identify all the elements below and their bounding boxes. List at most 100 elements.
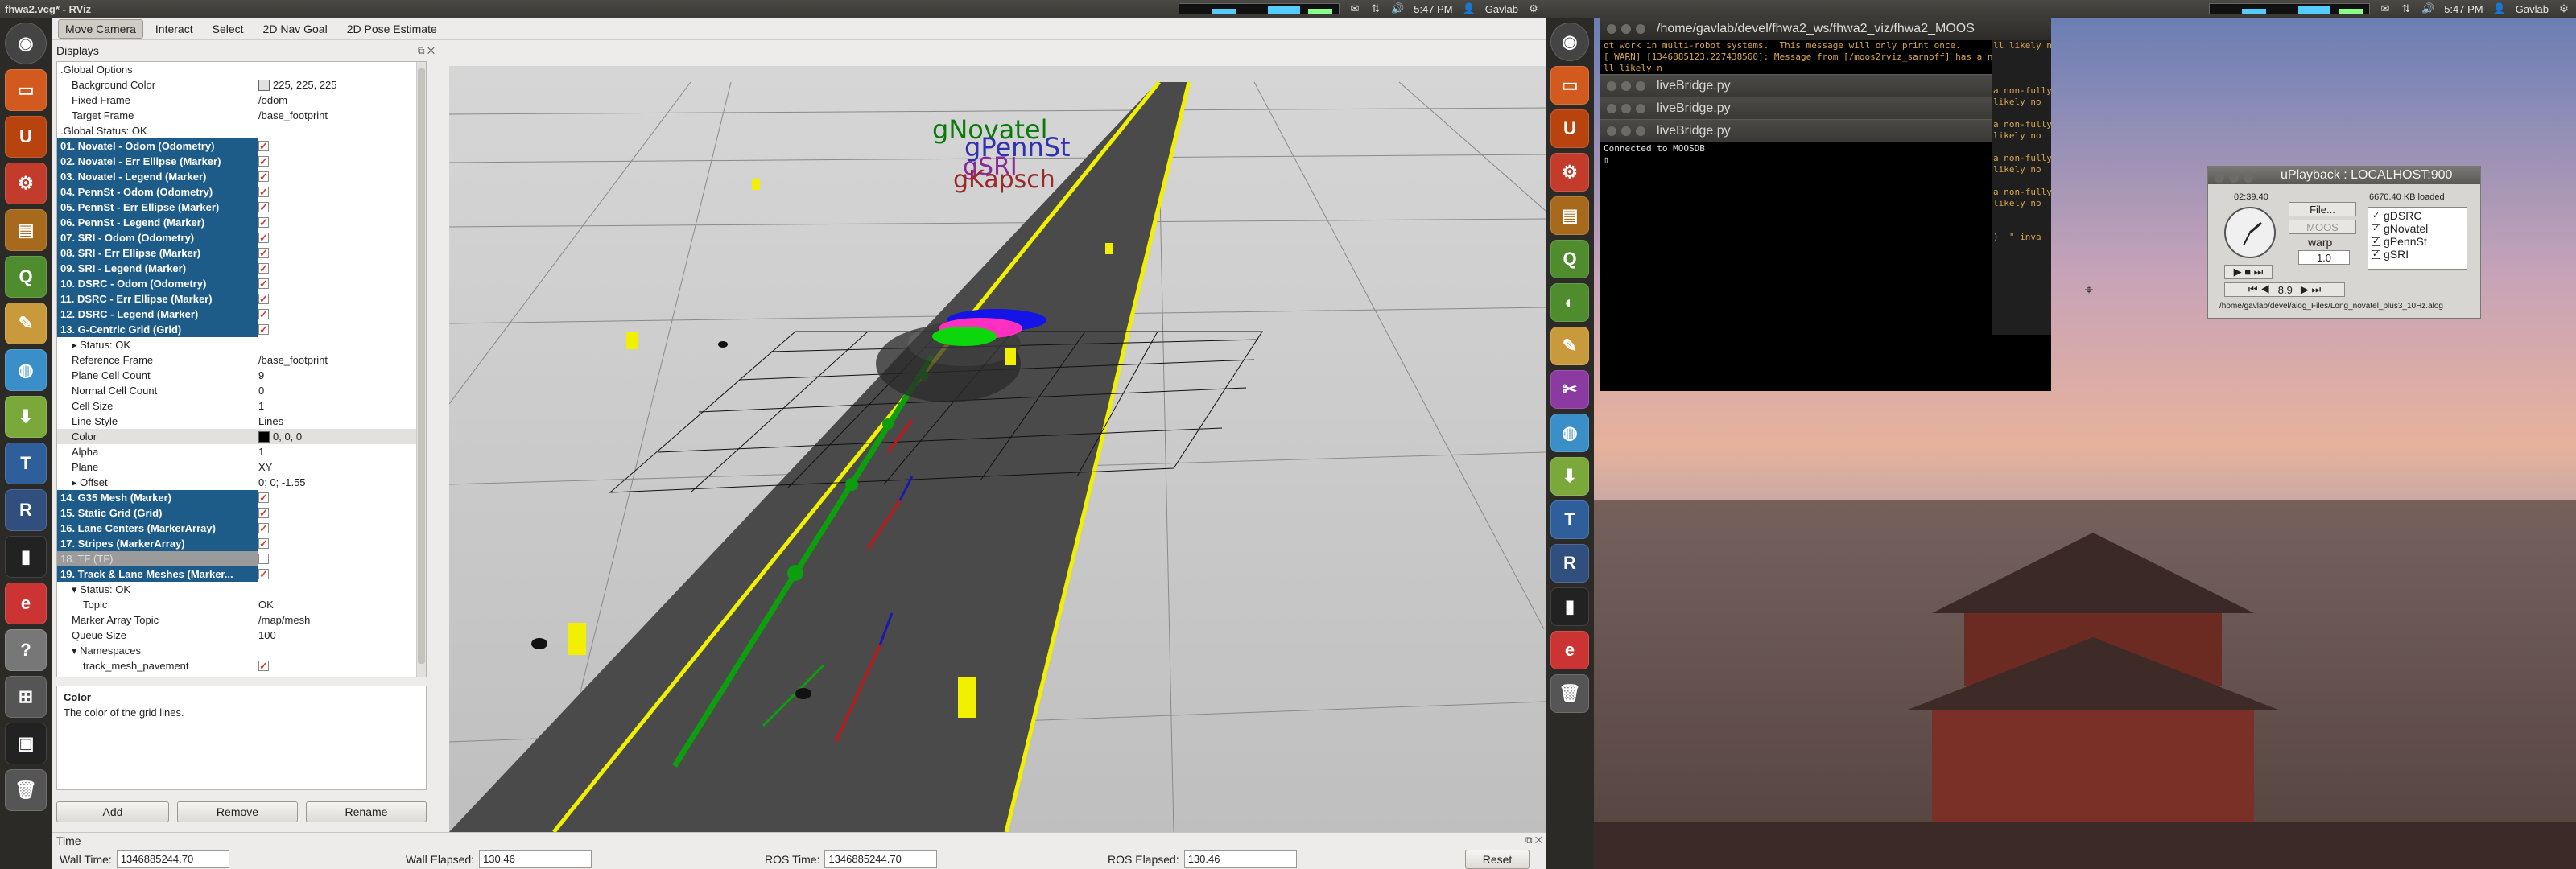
rviz-icon[interactable]: R xyxy=(5,489,47,531)
archive-icon[interactable]: ▤ xyxy=(5,209,47,251)
tree-row[interactable]: Cell Size 1 xyxy=(57,398,426,414)
color-swatch[interactable] xyxy=(258,430,270,443)
enable-checkbox[interactable] xyxy=(258,307,269,322)
source-list[interactable]: gDSRCgNovatelgPennStgSRI xyxy=(2368,207,2467,270)
source-checkbox[interactable] xyxy=(2372,223,2380,233)
power-gear-icon[interactable]: ⚙ xyxy=(1528,2,1539,15)
editor-icon[interactable]: ✎ xyxy=(1550,327,1589,365)
tree-row-value[interactable]: /base_footprint xyxy=(258,352,328,368)
enable-checkbox[interactable] xyxy=(258,215,269,230)
ros-elapsed-input[interactable]: 130.46 xyxy=(1183,850,1297,868)
moos-button[interactable]: MOOS xyxy=(2289,220,2356,234)
enable-checkbox[interactable] xyxy=(258,200,269,215)
source-checkbox[interactable] xyxy=(2372,210,2380,220)
files-folder-icon[interactable]: ▭ xyxy=(5,69,47,111)
tree-row-value[interactable]: 9 xyxy=(258,368,264,383)
tree-row-value[interactable]: /base_footprint xyxy=(258,108,328,123)
terminal-tab[interactable]: liveBridge.py xyxy=(1600,97,2051,119)
tree-row[interactable]: ▾ Status: OK xyxy=(57,582,426,597)
time-dock-icons[interactable]: ⧉ ✕ xyxy=(1525,834,1542,846)
terminal-window[interactable]: /home/gavlab/devel/fhwa2_ws/fhwa2_viz/fh… xyxy=(1600,18,2051,391)
wall-elapsed-input[interactable]: 130.46 xyxy=(479,850,592,868)
settings-icon[interactable]: ⚙ xyxy=(1550,153,1589,192)
enable-checkbox[interactable] xyxy=(258,261,269,276)
tree-row[interactable]: track_mesh_pavement xyxy=(57,658,426,673)
tree-row[interactable]: 19. Track & Lane Meshes (Marker... xyxy=(57,566,426,582)
tree-row-value[interactable]: /map/mesh xyxy=(258,612,310,628)
tree-row-value[interactable]: Lines xyxy=(258,414,283,429)
tree-row[interactable]: Marker Array Topic/map/mesh xyxy=(57,612,426,628)
ros-time-input[interactable]: 1346885244.70 xyxy=(824,850,938,868)
tree-row[interactable]: Color 0, 0, 0 xyxy=(57,429,426,444)
tree-row-value[interactable]: 1 xyxy=(258,398,264,414)
tree-row[interactable]: 03. Novatel - Legend (Marker) xyxy=(57,169,426,184)
file-button[interactable]: File... xyxy=(2289,202,2356,216)
archive-icon[interactable]: ▤ xyxy=(1550,196,1589,235)
enable-checkbox[interactable] xyxy=(258,154,269,169)
tree-row[interactable]: Plane Cell Count 9 xyxy=(57,368,426,383)
enable-checkbox[interactable] xyxy=(258,169,269,184)
mail-icon[interactable]: ✉ xyxy=(1349,2,1360,15)
enable-checkbox[interactable] xyxy=(258,322,269,337)
enable-checkbox[interactable] xyxy=(258,490,269,505)
tree-row-value[interactable]: 0, 0, 0 xyxy=(273,429,302,444)
nvidia-icon[interactable]: ◐ xyxy=(1550,283,1589,322)
tree-row[interactable]: 05. PennSt - Err Ellipse (Marker) xyxy=(57,200,426,215)
help-icon[interactable]: ? xyxy=(5,629,47,671)
background-terminal[interactable]: ll likely no a non-fully likely no a non-… xyxy=(1992,40,2051,335)
download-icon[interactable]: ⬇ xyxy=(1550,457,1589,496)
wall-time-input[interactable]: 1346885244.70 xyxy=(116,850,229,868)
tree-row[interactable]: 02. Novatel - Err Ellipse (Marker) xyxy=(57,154,426,169)
tool-2d-pose-estimate[interactable]: 2D Pose Estimate xyxy=(340,19,444,39)
mail-icon[interactable]: ✉ xyxy=(2380,2,2391,15)
taskmanager-icon[interactable]: ▣ xyxy=(5,723,47,764)
tree-row[interactable]: 04. PennSt - Odom (Odometry) xyxy=(57,184,426,200)
enable-checkbox[interactable] xyxy=(258,138,269,154)
tree-row[interactable]: .Global Options xyxy=(57,62,426,77)
tree-row[interactable]: Background Color 225, 225, 225 xyxy=(57,77,426,93)
terminal-icon[interactable]: ▮ xyxy=(1550,587,1589,626)
ubuntu-one-icon[interactable]: U xyxy=(5,116,47,158)
source-item[interactable]: gDSRC xyxy=(2372,209,2463,222)
dash-home-icon[interactable]: ◉ xyxy=(1550,23,1589,61)
terminal-body[interactable]: Connected to MOOSDB ▯ xyxy=(1600,142,2051,166)
tree-row[interactable]: 12. DSRC - Legend (Marker) xyxy=(57,307,426,322)
volume-icon[interactable]: 🔊 xyxy=(2421,2,2434,15)
rename-button[interactable]: Rename xyxy=(306,801,427,822)
tree-row[interactable]: 16. Lane Centers (MarkerArray) xyxy=(57,521,426,536)
enable-checkbox[interactable] xyxy=(258,554,269,564)
tree-row[interactable]: Fixed Frame/odom xyxy=(57,93,426,108)
expand-arrow-icon[interactable]: ▸ xyxy=(72,339,80,351)
user-name-right[interactable]: Gavlab xyxy=(2516,3,2549,15)
tool-2d-nav-goal[interactable]: 2D Nav Goal xyxy=(256,19,335,39)
enable-checkbox[interactable] xyxy=(258,230,269,245)
network-icon[interactable]: ⇅ xyxy=(2401,2,2412,15)
editor-icon[interactable]: ✎ xyxy=(5,303,47,344)
tree-row[interactable]: 07. SRI - Odom (Odometry) xyxy=(57,230,426,245)
network-icon[interactable]: ⇅ xyxy=(1370,2,1381,15)
dock-float-close-icons[interactable]: ⧉ ✕ xyxy=(418,42,435,60)
enable-checkbox[interactable] xyxy=(258,521,269,536)
tree-row[interactable]: 11. DSRC - Err Ellipse (Marker) xyxy=(57,291,426,307)
tree-scrollbar[interactable] xyxy=(416,62,426,677)
3d-viewport[interactable]: gNovatel gPennSt gSRI gKapsch xyxy=(449,66,1546,832)
tree-row[interactable]: Topic OK xyxy=(57,597,426,612)
terminal-icon[interactable]: ▮ xyxy=(5,536,47,578)
chromium-icon[interactable]: ◍ xyxy=(1550,414,1589,452)
tree-row[interactable]: 14. G35 Mesh (Marker) xyxy=(57,490,426,505)
source-checkbox[interactable] xyxy=(2372,236,2380,246)
tree-row[interactable]: 13. G-Centric Grid (Grid) xyxy=(57,322,426,337)
dash-home-icon[interactable]: ◉ xyxy=(5,23,47,64)
enable-checkbox[interactable] xyxy=(258,536,269,551)
tree-row[interactable]: 08. SRI - Err Ellipse (Marker) xyxy=(57,245,426,261)
color-swatch[interactable] xyxy=(258,79,270,91)
tree-row[interactable]: Alpha 1 xyxy=(57,444,426,459)
display-tree[interactable]: .Global Options Background Color 225, 225,… xyxy=(56,61,427,677)
tree-row[interactable]: 10. DSRC - Odom (Odometry) xyxy=(57,276,426,291)
tree-row-value[interactable]: /odom xyxy=(258,93,287,108)
tree-row[interactable]: ▸ Offset 0; 0; -1.55 xyxy=(57,475,426,490)
remove-button[interactable]: Remove xyxy=(177,801,298,822)
tree-row[interactable]: Line Style Lines xyxy=(57,414,426,429)
tree-row-value[interactable]: 1 xyxy=(258,444,264,459)
user-name[interactable]: Gavlab xyxy=(1485,3,1518,15)
